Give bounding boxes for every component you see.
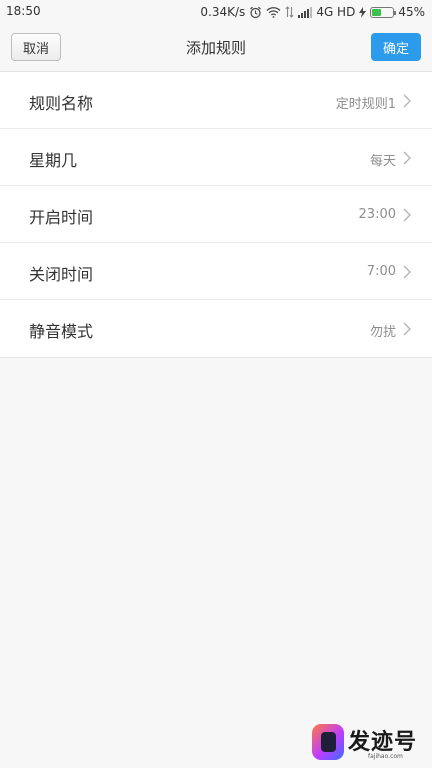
chevron-right-icon: [403, 322, 411, 336]
status-bar: 18:50 0.34K/s 4G HD 45%: [0, 0, 432, 24]
row-label: 星期几: [29, 151, 78, 170]
network-type: 4G HD: [316, 5, 356, 19]
row-weekday[interactable]: 星期几 每天: [0, 129, 432, 186]
wifi-icon: [266, 6, 281, 18]
chevron-right-icon: [403, 151, 411, 165]
row-label: 规则名称: [29, 94, 94, 113]
row-start-time[interactable]: 开启时间 23:00: [0, 186, 432, 243]
charging-icon: [359, 6, 367, 18]
watermark-text: 发迹号: [348, 730, 418, 755]
signal-icon: [298, 6, 313, 18]
battery-percent: 45%: [398, 5, 425, 19]
confirm-button[interactable]: 确定: [371, 33, 421, 61]
row-label: 开启时间: [29, 208, 94, 227]
row-value: 勿扰: [369, 325, 396, 340]
watermark-logo: [312, 724, 344, 760]
status-icons: 0.34K/s 4G HD 45%: [200, 2, 425, 22]
watermark-url: fajihao.com: [368, 753, 403, 760]
row-rule-name[interactable]: 规则名称 定时规则1: [0, 72, 432, 129]
row-silent-mode[interactable]: 静音模式 勿扰: [0, 300, 432, 357]
row-end-time[interactable]: 关闭时间 7:00: [0, 243, 432, 300]
battery-icon: [370, 6, 397, 18]
row-label: 静音模式: [29, 322, 94, 341]
row-value: 7:00: [366, 264, 396, 279]
alarm-icon: [249, 6, 262, 19]
row-value: 23:00: [358, 207, 396, 222]
chevron-right-icon: [403, 208, 411, 222]
watermark: 发迹号 fajihao.com: [302, 724, 426, 764]
data-transfer-icon: [285, 6, 294, 18]
row-value: 定时规则1: [335, 97, 396, 112]
row-value: 每天: [369, 154, 396, 169]
chevron-right-icon: [403, 94, 411, 108]
row-label: 关闭时间: [29, 265, 94, 284]
nav-bar: 取消 添加规则 确定: [0, 24, 432, 72]
network-speed: 0.34K/s: [200, 5, 246, 19]
page-title: 添加规则: [185, 39, 246, 57]
settings-list: 规则名称 定时规则1 星期几 每天 开启时间 23:00 关闭时间 7:00 静…: [0, 72, 432, 358]
chevron-right-icon: [403, 265, 411, 279]
status-time: 18:50: [6, 4, 41, 18]
battery-level: [372, 8, 382, 16]
